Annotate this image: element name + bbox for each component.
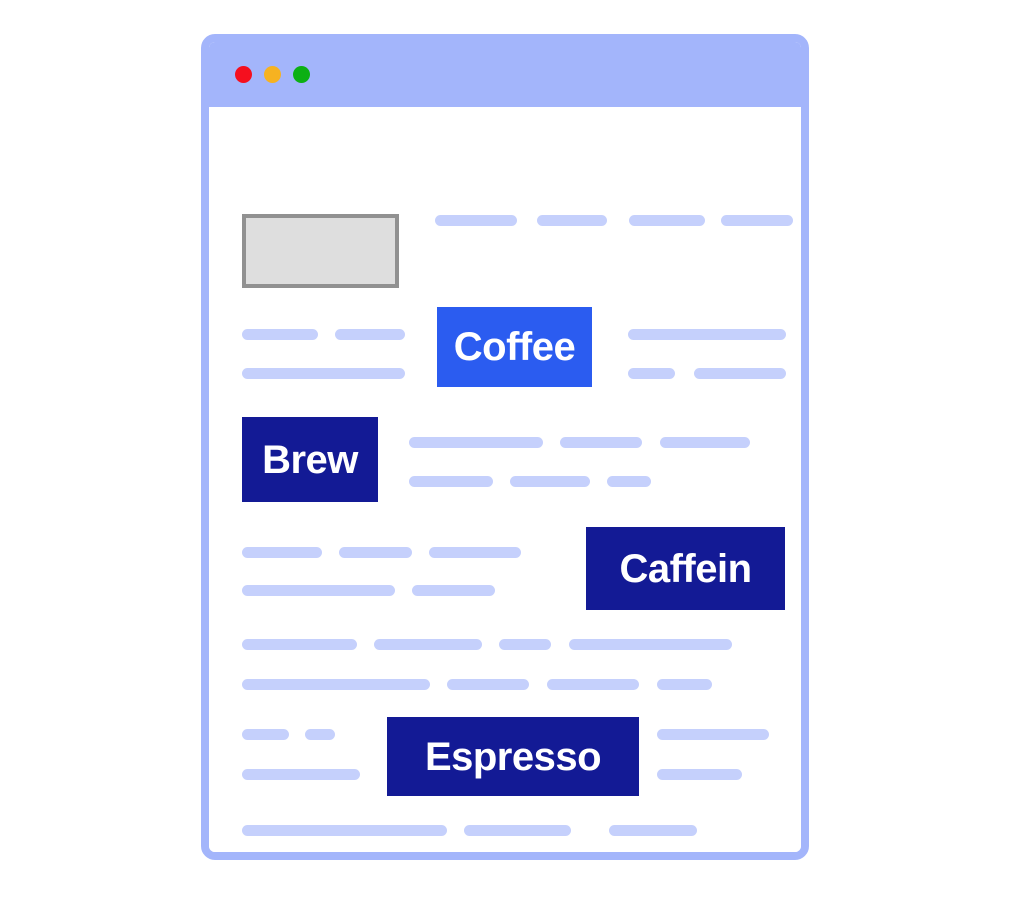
text-placeholder-bar [657,769,742,780]
text-placeholder-bar [242,329,318,340]
page-canvas: Coffee Brew Caffein Espresso [209,107,801,852]
text-placeholder-bar [305,729,335,740]
nav-placeholder-bar [629,215,705,226]
text-placeholder-bar [499,639,551,650]
text-placeholder-bar [628,368,675,379]
screenshot-stage: Coffee Brew Caffein Espresso [0,0,1010,900]
highlight-block-espresso[interactable]: Espresso [387,717,639,796]
text-placeholder-bar [412,585,495,596]
logo-placeholder [242,214,399,288]
nav-placeholder-bar [537,215,607,226]
text-placeholder-bar [409,437,543,448]
text-placeholder-bar [447,679,529,690]
browser-window: Coffee Brew Caffein Espresso [201,34,809,860]
text-placeholder-bar [242,825,447,836]
close-button[interactable] [235,66,252,83]
window-controls [235,66,310,83]
minimize-button[interactable] [264,66,281,83]
highlight-block-caffein[interactable]: Caffein [586,527,785,610]
text-placeholder-bar [694,368,786,379]
highlight-label-espresso: Espresso [424,734,602,779]
text-placeholder-bar [242,679,430,690]
highlight-block-brew[interactable]: Brew [242,417,378,502]
text-placeholder-bar [409,476,493,487]
text-placeholder-bar [242,769,360,780]
text-placeholder-bar [607,476,651,487]
highlight-label-coffee: Coffee [453,325,576,369]
browser-title-bar [209,42,801,107]
text-placeholder-bar [242,729,289,740]
text-placeholder-bar [429,547,521,558]
text-placeholder-bar [374,639,482,650]
text-placeholder-bar [660,437,750,448]
nav-placeholder-bar [721,215,793,226]
text-placeholder-bar [609,825,697,836]
text-placeholder-bar [242,547,322,558]
highlight-block-coffee[interactable]: Coffee [437,307,592,387]
text-placeholder-bar [547,679,639,690]
text-placeholder-bar [657,729,769,740]
text-placeholder-bar [464,825,571,836]
nav-placeholder-bar [435,215,517,226]
highlight-label-caffein: Caffein [619,546,752,591]
text-placeholder-bar [335,329,405,340]
text-placeholder-bar [560,437,642,448]
text-placeholder-bar [657,679,712,690]
text-placeholder-bar [569,639,732,650]
text-placeholder-bar [339,547,412,558]
text-placeholder-bar [242,368,405,379]
text-placeholder-bar [628,329,786,340]
text-placeholder-bar [242,639,357,650]
highlight-label-brew: Brew [262,437,358,482]
text-placeholder-bar [242,585,395,596]
text-placeholder-bar [510,476,590,487]
maximize-button[interactable] [293,66,310,83]
